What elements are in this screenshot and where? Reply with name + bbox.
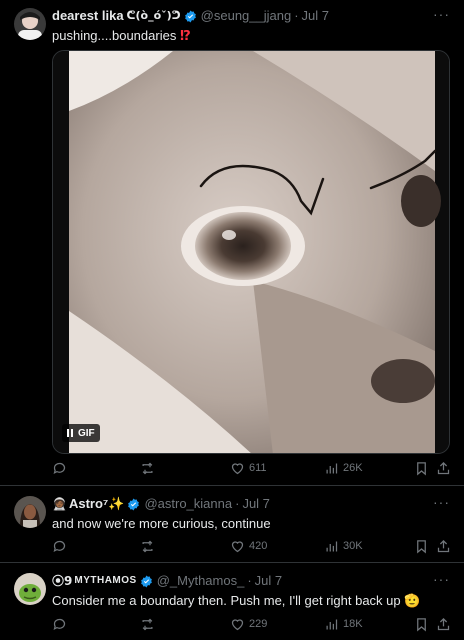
- reply-button[interactable]: [52, 617, 67, 632]
- reply-icon: [53, 618, 66, 630]
- more-options-icon[interactable]: ···: [433, 6, 450, 22]
- tweet-text: Consider me a boundary then. Push me, I'…: [52, 592, 450, 610]
- handle[interactable]: @astro_kianna: [144, 496, 232, 512]
- share-icon: [437, 461, 450, 474]
- views-chart-icon: [326, 619, 338, 629]
- reply-button[interactable]: [52, 461, 67, 476]
- gif-badge[interactable]: GIF: [62, 424, 100, 442]
- tweet-header: 🧑🏾‍🚀 Astro⁷✨ @astro_kianna · Jul 7: [52, 496, 450, 512]
- like-count: 229: [249, 618, 268, 630]
- avatar[interactable]: [14, 496, 46, 528]
- separator-dot: ·: [247, 573, 252, 588]
- views-button[interactable]: 26K: [324, 461, 363, 476]
- reply-icon: [53, 540, 66, 552]
- display-name[interactable]: MYTHAMOS: [74, 573, 136, 589]
- tweet-text-body: Consider me a boundary then. Push me, I'…: [52, 593, 401, 608]
- gif-label: GIF: [78, 427, 95, 439]
- view-count: 30K: [343, 540, 363, 552]
- like-count: 420: [249, 540, 268, 552]
- avatar[interactable]: [14, 8, 46, 40]
- bookmark-button[interactable]: [414, 461, 429, 476]
- verified-badge-icon: [140, 575, 152, 587]
- tweet-text: and now we're more curious, continue: [52, 516, 271, 531]
- salute-emoji: 🫡: [404, 594, 421, 609]
- display-name[interactable]: Astro⁷✨: [69, 496, 125, 512]
- name-kaomoji: ᕦ(ò_óˇ)ᕤ: [126, 9, 181, 22]
- timestamp[interactable]: Jul 7: [302, 8, 329, 24]
- bookmark-icon: [417, 617, 426, 631]
- handle[interactable]: @seung__jjang: [201, 8, 292, 24]
- view-count: 18K: [343, 618, 363, 630]
- view-count: 26K: [343, 462, 363, 474]
- timestamp[interactable]: Jul 7: [242, 496, 269, 512]
- retweet-icon: [142, 462, 153, 474]
- separator-dot: ·: [294, 8, 299, 23]
- share-button[interactable]: [436, 461, 451, 476]
- views-chart-icon: [326, 463, 338, 473]
- action-bar: 611 26K: [52, 459, 450, 477]
- retweet-icon: [142, 618, 153, 630]
- views-button[interactable]: 18K: [324, 617, 363, 632]
- action-bar: 420 30K: [52, 537, 450, 555]
- retweet-button[interactable]: [140, 617, 155, 632]
- verified-badge-icon: [184, 10, 196, 22]
- timestamp[interactable]: Jul 7: [255, 573, 282, 589]
- reply-icon: [53, 462, 66, 474]
- tweet-text: pushing....boundaries ⁉: [52, 27, 450, 45]
- avatar[interactable]: [14, 573, 46, 605]
- heart-icon: [231, 540, 244, 552]
- like-button[interactable]: 229: [230, 617, 267, 632]
- views-button[interactable]: 30K: [324, 539, 363, 554]
- retweet-icon: [142, 540, 153, 552]
- heart-icon: [231, 618, 244, 630]
- share-icon: [437, 617, 450, 630]
- retweet-button[interactable]: [140, 539, 155, 554]
- tweet-1[interactable]: dearest lika ᕦ(ò_óˇ)ᕤ @seung__jjang · Ju…: [0, 0, 464, 485]
- pause-icon[interactable]: [67, 429, 73, 437]
- tweet-header: ⦿9 MYTHAMOS @_Mythamos_ · Jul 7: [52, 573, 450, 589]
- views-chart-icon: [326, 541, 338, 551]
- bookmark-button[interactable]: [414, 539, 429, 554]
- heart-icon: [231, 462, 244, 474]
- name-prefix-symbol: ⦿9: [52, 574, 73, 588]
- more-options-icon[interactable]: ···: [433, 571, 450, 587]
- share-icon: [437, 539, 450, 552]
- reply-button[interactable]: [52, 539, 67, 554]
- display-name[interactable]: dearest lika: [52, 8, 124, 24]
- verified-badge-icon: [128, 498, 140, 510]
- tweet-3[interactable]: ⦿9 MYTHAMOS @_Mythamos_ · Jul 7 Consider…: [0, 563, 464, 640]
- tweet-2[interactable]: 🧑🏾‍🚀 Astro⁷✨ @astro_kianna · Jul 7 and n…: [0, 486, 464, 562]
- astronaut-emoji: 🧑🏾‍🚀: [52, 497, 67, 511]
- separator-dot: ·: [235, 496, 240, 511]
- retweet-button[interactable]: [140, 461, 155, 476]
- tweet-header: dearest lika ᕦ(ò_óˇ)ᕤ @seung__jjang · Ju…: [52, 8, 450, 24]
- interrobang-emoji: ⁉: [179, 29, 191, 44]
- share-button[interactable]: [436, 617, 451, 632]
- action-bar: 229 18K: [52, 615, 450, 633]
- bookmark-icon: [417, 539, 426, 553]
- like-button[interactable]: 611: [230, 461, 267, 476]
- like-button[interactable]: 420: [230, 539, 267, 554]
- like-count: 611: [249, 462, 267, 474]
- gif-media[interactable]: [52, 50, 450, 454]
- cat-gif-image: [53, 51, 449, 453]
- bookmark-icon: [417, 461, 426, 475]
- share-button[interactable]: [436, 539, 451, 554]
- handle[interactable]: @_Mythamos_: [157, 573, 245, 589]
- tweet-text-body: pushing....boundaries: [52, 28, 177, 43]
- bookmark-button[interactable]: [414, 617, 429, 632]
- more-options-icon[interactable]: ···: [433, 494, 450, 510]
